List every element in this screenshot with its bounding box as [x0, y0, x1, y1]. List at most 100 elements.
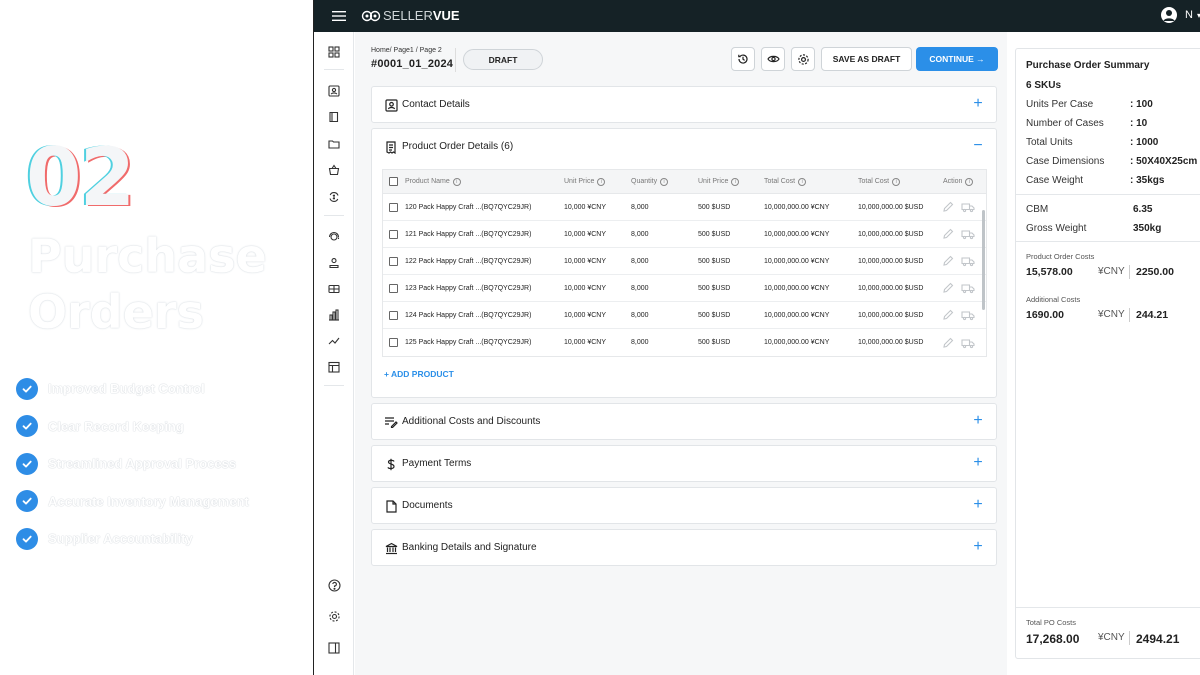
row-checkbox[interactable]	[389, 329, 398, 356]
section-banking-details[interactable]: Banking Details and Signature +	[371, 529, 997, 566]
basket-icon[interactable]	[327, 163, 341, 177]
section-payment-terms[interactable]: Payment Terms +	[371, 445, 997, 482]
bar-chart-icon[interactable]	[327, 308, 341, 322]
info-icon: i	[597, 177, 606, 186]
edit-icon[interactable]	[942, 221, 954, 247]
promo-panel: 02 Purchase Orders Improved Budget Contr…	[0, 0, 313, 675]
cell-total-cny: 10,000,000.00 ¥CNY	[764, 284, 830, 292]
edit-icon[interactable]	[942, 302, 954, 328]
cell-total-usd: 10,000,000.00 $USD	[858, 257, 924, 265]
info-icon: i	[452, 177, 461, 186]
check-icon	[16, 377, 38, 400]
expand-icon[interactable]: +	[971, 96, 985, 112]
cell-unit-usd: 500 $USD	[698, 339, 731, 346]
user-menu[interactable]: N ▾	[1161, 7, 1200, 23]
additional-costs-label: Additional Costs	[1026, 295, 1081, 304]
add-product-button[interactable]: + ADD PRODUCT	[384, 369, 454, 379]
feature-item: Clear Record Keeping	[16, 408, 249, 446]
gear-icon	[797, 53, 809, 65]
trend-icon[interactable]	[327, 334, 341, 348]
row-checkbox[interactable]	[389, 275, 398, 301]
currency-exchange-icon[interactable]	[327, 190, 341, 204]
edit-icon[interactable]	[942, 275, 954, 301]
truck-icon[interactable]	[961, 329, 975, 356]
collapse-icon[interactable]: −	[971, 138, 985, 154]
shipment-icon[interactable]	[327, 282, 341, 296]
cell-name: 125 Pack Happy Craft ...(BQ7QYC29JR)	[405, 339, 532, 346]
save-draft-button[interactable]: SAVE AS DRAFT	[821, 47, 912, 71]
additional-costs-usd: 244.21	[1136, 309, 1169, 321]
summary-sku-count: 6 SKUs	[1026, 80, 1062, 91]
cell-qty: 8,000	[631, 284, 649, 292]
user-icon[interactable]	[327, 256, 341, 270]
support-agent-icon[interactable]	[327, 230, 341, 244]
product-table: Product Name i Unit Price i Quantity i Unit…	[382, 169, 987, 357]
table-row[interactable]: 124 Pack Happy Craft ...(BQ7QYC29JR) 10,0…	[383, 302, 986, 329]
row-checkbox[interactable]	[389, 194, 398, 220]
cell-unit-usd: 500 $USD	[698, 311, 731, 319]
table-row[interactable]: 120 Pack Happy Craft ...(BQ7QYC29JR) 10,0…	[383, 194, 986, 221]
feature-item: Supplier Accountability	[16, 520, 249, 558]
help-icon[interactable]	[327, 578, 341, 592]
truck-icon[interactable]	[961, 221, 975, 247]
expand-icon[interactable]: +	[971, 497, 985, 513]
cell-total-usd: 10,000,000.00 $USD	[858, 339, 924, 346]
table-scrollbar[interactable]	[982, 210, 985, 310]
row-checkbox[interactable]	[389, 221, 398, 247]
section-contact-details[interactable]: Contact Details +	[371, 86, 997, 123]
calendar-icon[interactable]	[327, 360, 341, 374]
feature-label: Accurate Inventory Management	[48, 493, 249, 509]
expand-icon[interactable]: +	[971, 539, 985, 555]
dollar-icon	[384, 457, 398, 471]
feature-label: Supplier Accountability	[48, 531, 193, 547]
app-logo[interactable]: SELLER VUE	[361, 8, 460, 23]
table-row[interactable]: 125 Pack Happy Craft ...(BQ7QYC29JR) 10,0…	[383, 329, 986, 356]
edit-icon[interactable]	[942, 329, 954, 356]
column-header: Unit Price i	[564, 170, 606, 193]
folder-icon[interactable]	[327, 137, 341, 151]
additional-costs-cny: 1690.00	[1026, 309, 1064, 321]
settings-button[interactable]	[791, 47, 815, 71]
status-badge: DRAFT	[463, 49, 543, 70]
section-title: Product Order Details (6)	[402, 141, 514, 152]
logo-text-b: VUE	[432, 8, 460, 23]
book-icon[interactable]	[327, 110, 341, 124]
table-row[interactable]: 123 Pack Happy Craft ...(BQ7QYC29JR) 10,0…	[383, 275, 986, 302]
edit-icon[interactable]	[942, 194, 954, 220]
section-documents[interactable]: Documents +	[371, 487, 997, 524]
select-all-checkbox[interactable]	[389, 170, 398, 193]
history-button[interactable]	[731, 47, 755, 71]
expand-icon[interactable]: +	[971, 413, 985, 429]
truck-icon[interactable]	[961, 275, 975, 301]
truck-icon[interactable]	[961, 302, 975, 328]
menu-icon[interactable]	[332, 9, 346, 21]
cell-total-usd: 10,000,000.00 $USD	[858, 203, 924, 211]
truck-icon[interactable]	[961, 248, 975, 274]
expand-icon[interactable]: +	[971, 455, 985, 471]
breadcrumb[interactable]: Home/ Page1 / Page 2	[371, 47, 442, 54]
eye-icon	[766, 55, 780, 63]
preview-button[interactable]	[761, 47, 785, 71]
column-header: Unit Price i	[698, 170, 740, 193]
edit-note-icon	[384, 415, 398, 429]
row-checkbox[interactable]	[389, 302, 398, 328]
table-row[interactable]: 122 Pack Happy Craft ...(BQ7QYC29JR) 10,0…	[383, 248, 986, 275]
settings-icon[interactable]	[327, 609, 341, 623]
feature-item: Improved Budget Control	[16, 370, 249, 408]
section-additional-costs[interactable]: Additional Costs and Discounts +	[371, 403, 997, 440]
truck-icon[interactable]	[961, 194, 975, 220]
total-costs-cny: 17,268.00	[1026, 632, 1080, 646]
cell-unit-usd: 500 $USD	[698, 230, 731, 238]
contact-card-icon[interactable]	[327, 84, 341, 98]
table-body: 120 Pack Happy Craft ...(BQ7QYC29JR) 10,0…	[383, 194, 986, 356]
cell-total-cny: 10,000,000.00 ¥CNY	[764, 311, 830, 319]
summary-divider	[1016, 194, 1200, 195]
row-checkbox[interactable]	[389, 248, 398, 274]
continue-button[interactable]: CONTINUE →	[916, 47, 998, 71]
check-icon	[16, 490, 38, 513]
dashboard-icon[interactable]	[327, 45, 341, 59]
cell-unit-cny: 10,000 ¥CNY	[564, 203, 607, 211]
edit-icon[interactable]	[942, 248, 954, 274]
collapse-sidebar-icon[interactable]	[327, 641, 341, 655]
table-row[interactable]: 121 Pack Happy Craft ...(BQ7QYC29JR) 10,0…	[383, 221, 986, 248]
